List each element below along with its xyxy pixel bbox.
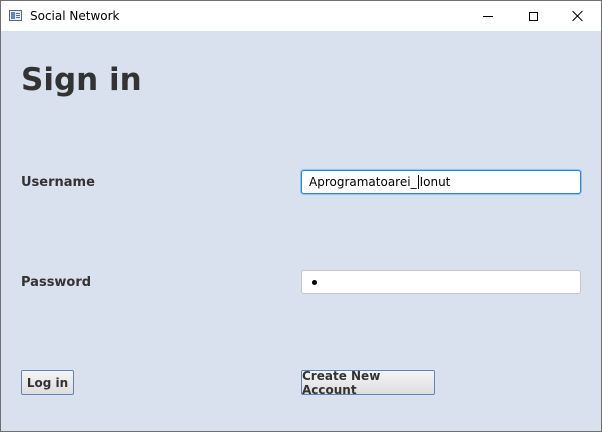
window-title: Social Network [30, 9, 120, 23]
login-button[interactable]: Log in [21, 370, 74, 395]
username-value-end: Ionut [419, 175, 451, 189]
username-label: Username [21, 175, 95, 190]
app-window: Social Network Sign in Username Aprogram… [0, 0, 602, 432]
maximize-button[interactable] [510, 1, 556, 31]
username-field[interactable]: Aprogramatoarei_ Ionut [301, 170, 581, 194]
close-icon [572, 10, 584, 22]
minimize-icon [483, 15, 493, 17]
username-value-start: Aprogramatoarei_ [309, 175, 417, 189]
minimize-button[interactable] [465, 1, 511, 31]
password-field[interactable] [301, 270, 581, 294]
password-mask-dot [312, 279, 317, 285]
close-button[interactable] [555, 1, 601, 31]
password-label: Password [21, 275, 92, 290]
window-app-icon [9, 10, 22, 21]
text-caret [417, 175, 419, 189]
maximize-icon [528, 11, 538, 21]
create-account-button[interactable]: Create New Account [301, 369, 435, 397]
title-bar[interactable]: Social Network [1, 1, 601, 31]
page-title: Sign in [21, 62, 142, 98]
